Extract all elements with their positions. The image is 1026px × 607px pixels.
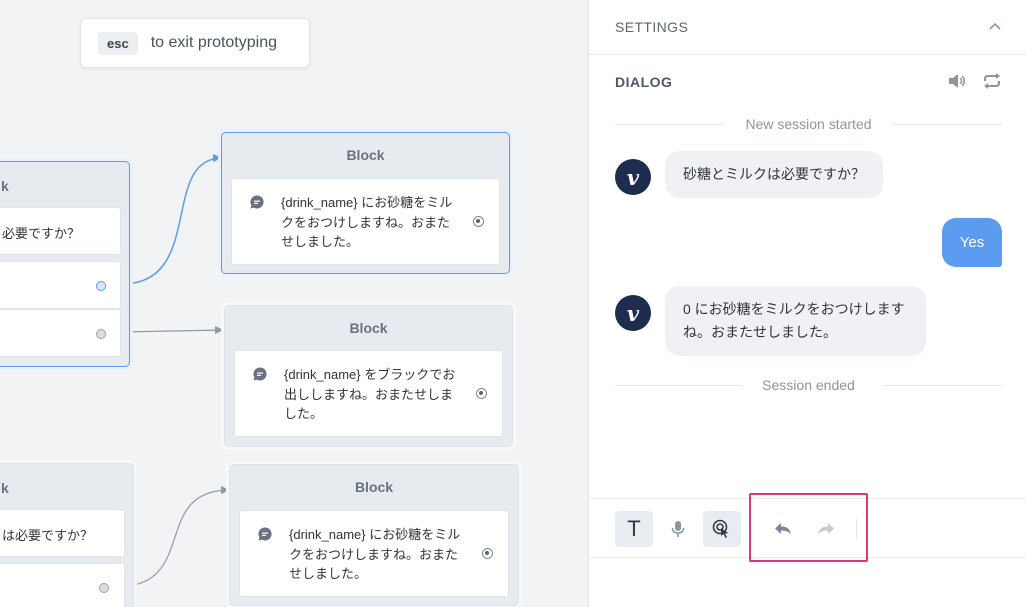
speak-bubble-icon xyxy=(258,527,272,541)
session-started-divider: New session started xyxy=(615,116,1002,132)
block-title: Block xyxy=(346,147,385,163)
exit-hint-text: to exit prototyping xyxy=(150,34,277,51)
left-block-top[interactable]: k 必要ですか？ xyxy=(0,161,130,367)
redo-icon xyxy=(818,523,834,534)
speaker-icon[interactable] xyxy=(947,72,967,90)
speak-block-2[interactable]: Block {drink_name} をブラックでお出ししますね。おまたせしまし… xyxy=(224,305,513,447)
assistant-avatar: v xyxy=(615,159,651,195)
speak-text: {drink_name} をブラックでお出ししますね。おまたせしました。 xyxy=(284,367,456,421)
settings-header[interactable]: SETTINGS xyxy=(589,0,1026,55)
user-message: Yes xyxy=(942,218,1002,267)
choice-option-1[interactable] xyxy=(0,261,121,309)
choice-option-1[interactable] xyxy=(0,563,125,607)
speak-block-3[interactable]: Block {drink_name} にお砂糖をミルクをおつけしますね。おまたせ… xyxy=(229,464,519,606)
speak-step[interactable]: {drink_name} をブラックでお出ししますね。おまたせしました。 xyxy=(234,350,503,437)
input-toolbar: T xyxy=(589,493,1026,562)
choice-prompt-step[interactable]: は必要ですか？ xyxy=(0,509,125,557)
undo-icon xyxy=(775,523,791,534)
chevron-up-icon[interactable] xyxy=(989,22,1001,30)
speak-text: {drink_name} にお砂糖をミルクをおつけしますね。おまたせしました。 xyxy=(281,195,453,249)
session-ended-divider: Session ended xyxy=(615,377,1002,393)
output-port[interactable] xyxy=(476,388,487,399)
speak-block-1[interactable]: Block {drink_name} にお砂糖をミルクをおつけしますね。おまたせ… xyxy=(221,132,510,274)
left-block-bottom[interactable]: k は必要ですか？ xyxy=(0,463,134,607)
speak-step[interactable]: {drink_name} にお砂糖をミルクをおつけしますね。おまたせしました。 xyxy=(231,178,500,265)
choice-prompt-text: 必要ですか？ xyxy=(2,226,81,241)
text-mode-icon: T xyxy=(627,516,641,541)
assistant-avatar: v xyxy=(615,295,651,331)
choice-prompt-text: は必要ですか？ xyxy=(2,528,94,543)
microphone-icon xyxy=(671,521,685,537)
session-started-label: New session started xyxy=(731,116,886,132)
block-title-fragment: k xyxy=(1,178,9,194)
output-port[interactable] xyxy=(96,281,106,291)
touch-icon xyxy=(712,519,729,538)
session-ended-label: Session ended xyxy=(748,377,869,393)
toolbar-divider xyxy=(856,519,857,539)
speak-step[interactable]: {drink_name} にお砂糖をミルクをおつけしますね。おまたせしました。 xyxy=(239,510,509,597)
choice-option-2[interactable] xyxy=(0,309,121,357)
speak-text: {drink_name} にお砂糖をミルクをおつけしますね。おまたせしました。 xyxy=(289,527,461,581)
prototype-panel: SETTINGS DIALOG New session started v 砂糖… xyxy=(588,0,1026,607)
output-port[interactable] xyxy=(482,548,493,559)
output-port[interactable] xyxy=(99,583,109,593)
output-port[interactable] xyxy=(473,216,484,227)
text-mode-button[interactable]: T xyxy=(615,511,653,547)
assistant-message: 0 にお砂糖をミルクをおつけしますね。おまたせしました。 xyxy=(665,286,926,356)
speak-bubble-icon xyxy=(250,195,264,209)
voice-mode-button[interactable] xyxy=(659,511,697,547)
settings-label: SETTINGS xyxy=(615,19,689,35)
block-title-fragment: k xyxy=(1,480,9,496)
exit-prototyping-hint: esc to exit prototyping xyxy=(80,18,310,68)
prototype-canvas[interactable]: esc to exit prototyping k 必要ですか？ k は必要です… xyxy=(0,0,588,607)
speak-bubble-icon xyxy=(253,367,267,381)
restart-icon[interactable] xyxy=(982,72,1002,90)
redo-button[interactable] xyxy=(807,511,845,547)
assistant-message: 砂糖とミルクは必要ですか？ xyxy=(665,151,883,198)
output-port[interactable] xyxy=(96,329,106,339)
esc-key-badge: esc xyxy=(98,31,138,55)
block-title: Block xyxy=(349,320,388,336)
block-title: Block xyxy=(354,479,394,495)
choice-prompt-step[interactable]: 必要ですか？ xyxy=(0,207,121,255)
touch-mode-button[interactable] xyxy=(703,511,741,547)
undo-button[interactable] xyxy=(764,511,802,547)
dialog-label: DIALOG xyxy=(615,74,673,90)
